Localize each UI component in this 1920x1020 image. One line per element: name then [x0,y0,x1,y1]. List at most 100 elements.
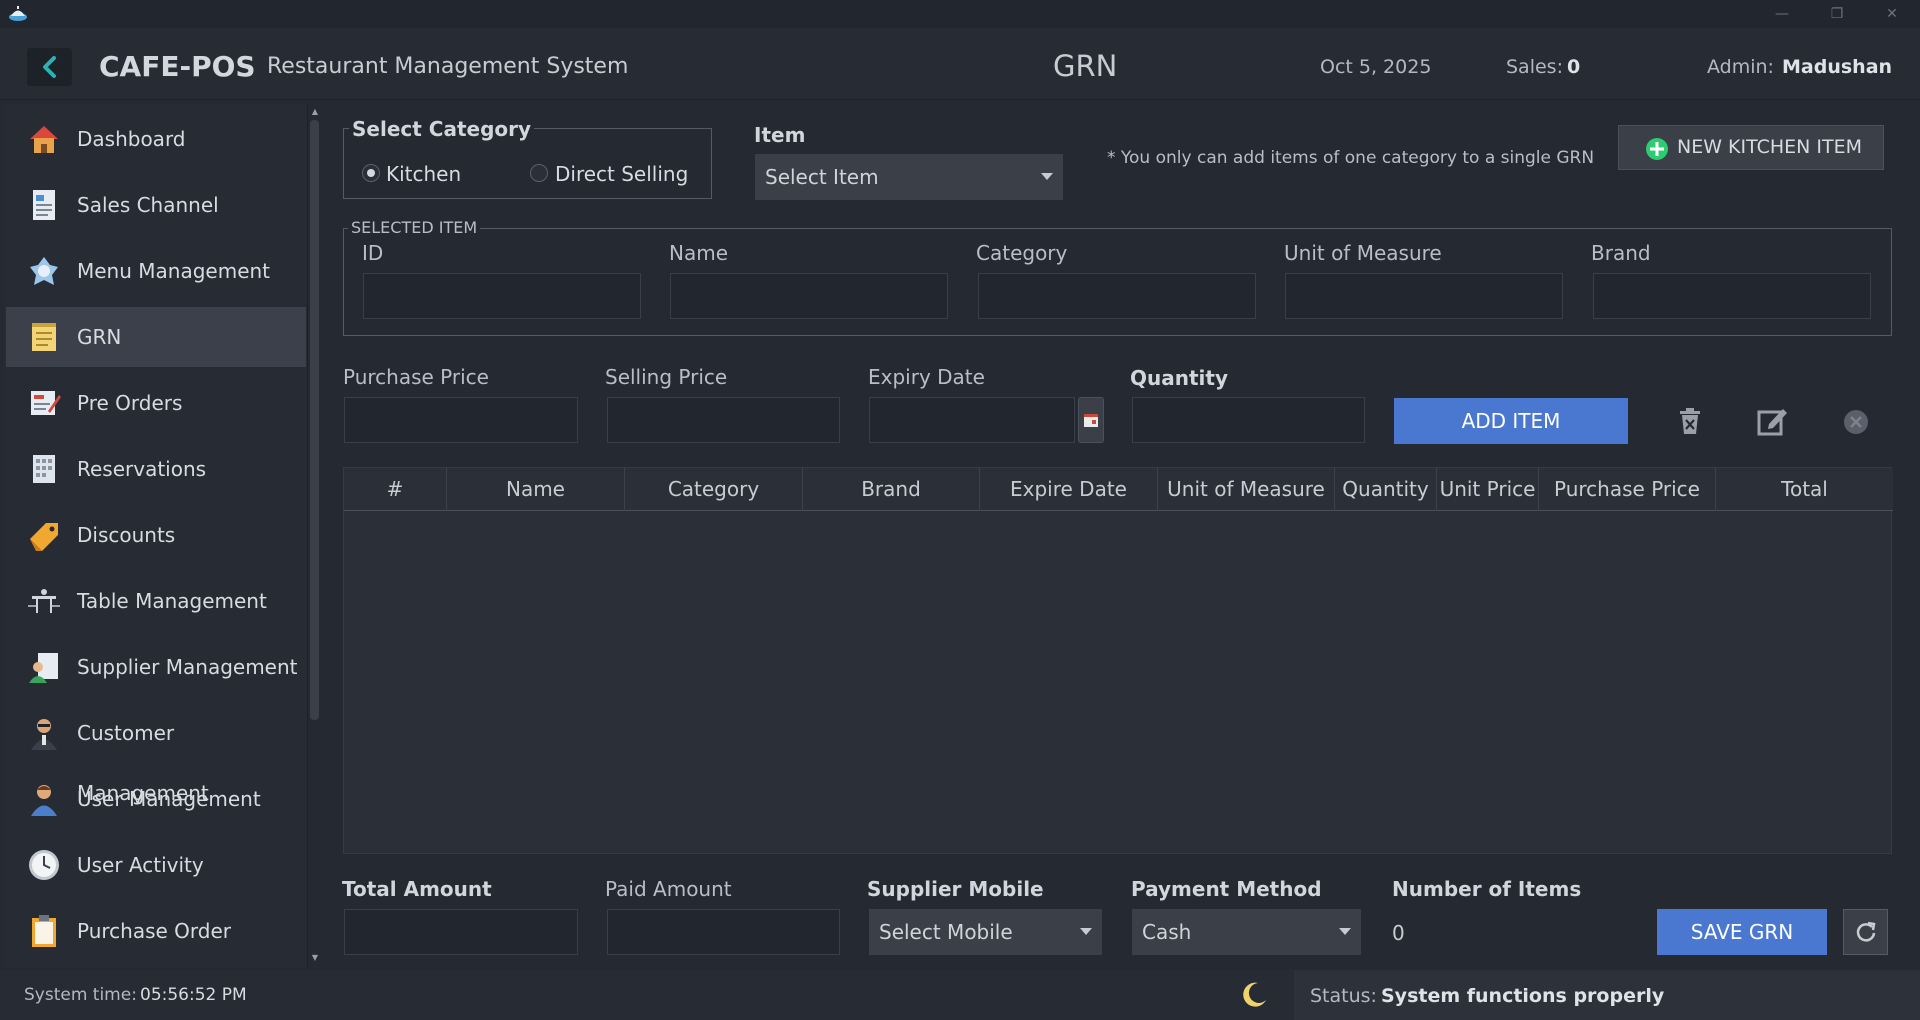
window-titlebar [0,0,1920,28]
sidebar-item-sales-channel[interactable]: Sales Channel [6,175,306,235]
sidebar-item-label: Discounts [77,523,176,547]
restore-button[interactable]: ❐ [1817,2,1857,26]
date-picker-button[interactable] [1078,397,1104,443]
radio-kitchen-label: Kitchen [386,162,462,186]
column-header-brand[interactable]: Brand [803,468,980,511]
total-amount-label: Total Amount [342,877,492,901]
supplier-mobile-select[interactable]: Select Mobile [869,909,1102,955]
scroll-down-arrow-icon[interactable]: ▼ [309,952,321,964]
admin-name: Madushan [1782,56,1893,78]
sidebar: Dashboard Sales Channel Menu Management … [4,104,308,968]
selling-price-label: Selling Price [605,365,728,389]
back-button[interactable] [27,48,72,86]
number-of-items-label: Number of Items [1392,877,1582,901]
brand-field[interactable] [1593,273,1871,319]
column-header-quantity[interactable]: Quantity [1335,468,1437,511]
sales-label: Sales: [1506,56,1563,78]
sidebar-item-user-management[interactable]: User Management [6,769,306,829]
sidebar-item-label: Menu Management [77,259,271,283]
sidebar-scrollbar-thumb[interactable] [310,120,319,720]
column-header-expire-date[interactable]: Expire Date [980,468,1158,511]
sidebar-item-pre-orders[interactable]: Pre Orders [6,373,306,433]
paid-amount-field[interactable] [607,909,840,955]
save-grn-button[interactable]: SAVE GRN [1657,909,1827,955]
radio-kitchen[interactable]: Kitchen [362,161,482,186]
category-field[interactable] [978,273,1256,319]
tag-icon [30,523,58,551]
sidebar-item-discounts[interactable]: Discounts [6,505,306,565]
supplier-icon [29,653,58,683]
sidebar-item-label: Supplier Management [77,655,298,679]
id-field[interactable] [363,273,641,319]
item-label: Item [754,123,806,147]
new-kitchen-item-button[interactable]: NEW KITCHEN ITEM [1618,125,1884,170]
sidebar-item-user-activity[interactable]: User Activity [6,835,306,895]
current-date: Oct 5, 2025 [1320,56,1432,78]
clipboard-pen-icon [31,391,61,415]
quantity-field[interactable] [1132,397,1365,443]
delete-trash-icon[interactable] [1677,407,1703,435]
column-header-unit-price[interactable]: Unit Price [1437,468,1539,511]
radio-direct-selling[interactable]: Direct Selling [530,161,700,186]
expiry-date-label: Expiry Date [868,365,985,389]
plus-circle-icon [1646,138,1668,160]
column-header-unit-of-measure[interactable]: Unit of Measure [1158,468,1335,511]
sales-value: 0 [1567,56,1581,78]
selling-price-field[interactable] [607,397,840,443]
chevron-down-icon [1339,928,1351,935]
receipt-icon [33,190,55,220]
status-text: System functions properly [1381,985,1665,1007]
purchase-price-label: Purchase Price [343,365,489,389]
table-header: # Name Category Brand Expire Date Unit o… [344,468,1893,511]
total-amount-field[interactable] [344,909,578,955]
sidebar-item-customer-management[interactable]: Customer Management [6,703,306,805]
item-select-value: Select Item [765,165,879,189]
minimize-button[interactable]: — [1762,2,1802,26]
close-window-button[interactable]: ✕ [1872,2,1912,26]
expiry-date-field[interactable] [869,397,1075,443]
moon-theme-toggle-icon[interactable] [1238,980,1268,1010]
sidebar-item-label: Reservations [77,457,207,481]
item-select[interactable]: Select Item [755,154,1063,200]
sidebar-item-dashboard[interactable]: Dashboard [6,109,306,169]
category-legend: Select Category [349,116,535,142]
payment-method-select[interactable]: Cash [1132,909,1361,955]
chevron-down-icon [1041,173,1053,180]
column-header-category[interactable]: Category [625,468,803,511]
edit-icon[interactable] [1757,406,1789,436]
grn-items-table[interactable]: # Name Category Brand Expire Date Unit o… [343,467,1893,854]
system-time-value: 05:56:52 PM [140,985,247,1005]
radio-direct-selling-circle [530,164,548,182]
clear-x-icon[interactable] [1843,409,1869,435]
app-logo-icon [8,5,28,23]
unit-of-measure-label: Unit of Measure [1284,241,1442,265]
sidebar-item-menu-management[interactable]: Menu Management [6,241,306,301]
page-title: GRN [1053,49,1118,83]
name-label: Name [669,241,729,265]
sidebar-item-supplier-management[interactable]: Supplier Management [6,637,306,697]
column-header-total[interactable]: Total [1716,468,1893,511]
column-header-name[interactable]: Name [447,468,625,511]
paid-amount-label: Paid Amount [605,877,732,901]
name-field[interactable] [670,273,948,319]
sidebar-item-label: Sales Channel [77,193,219,217]
sidebar-item-table-management[interactable]: Table Management [6,571,306,631]
user-icon [31,785,57,816]
sidebar-item-label: Table Management [77,589,267,613]
category-label: Category [976,241,1068,265]
scroll-up-arrow-icon[interactable]: ▲ [309,106,321,118]
sidebar-item-reservations[interactable]: Reservations [6,439,306,499]
column-header-number[interactable]: # [344,468,447,511]
calendar-icon [33,455,55,483]
sidebar-item-label: Purchase Order [77,919,232,943]
app-name: CAFE-POS [99,50,256,83]
app-subtitle: Restaurant Management System [267,54,629,79]
add-item-button[interactable]: ADD ITEM [1394,398,1628,444]
unit-of-measure-field[interactable] [1285,273,1563,319]
reset-button[interactable] [1843,909,1888,955]
column-header-purchase-price[interactable]: Purchase Price [1539,468,1716,511]
sidebar-item-grn[interactable]: GRN [6,307,306,367]
sidebar-item-purchase-order[interactable]: Purchase Order [6,901,306,961]
purchase-price-field[interactable] [344,397,578,443]
clock-icon [29,850,59,880]
